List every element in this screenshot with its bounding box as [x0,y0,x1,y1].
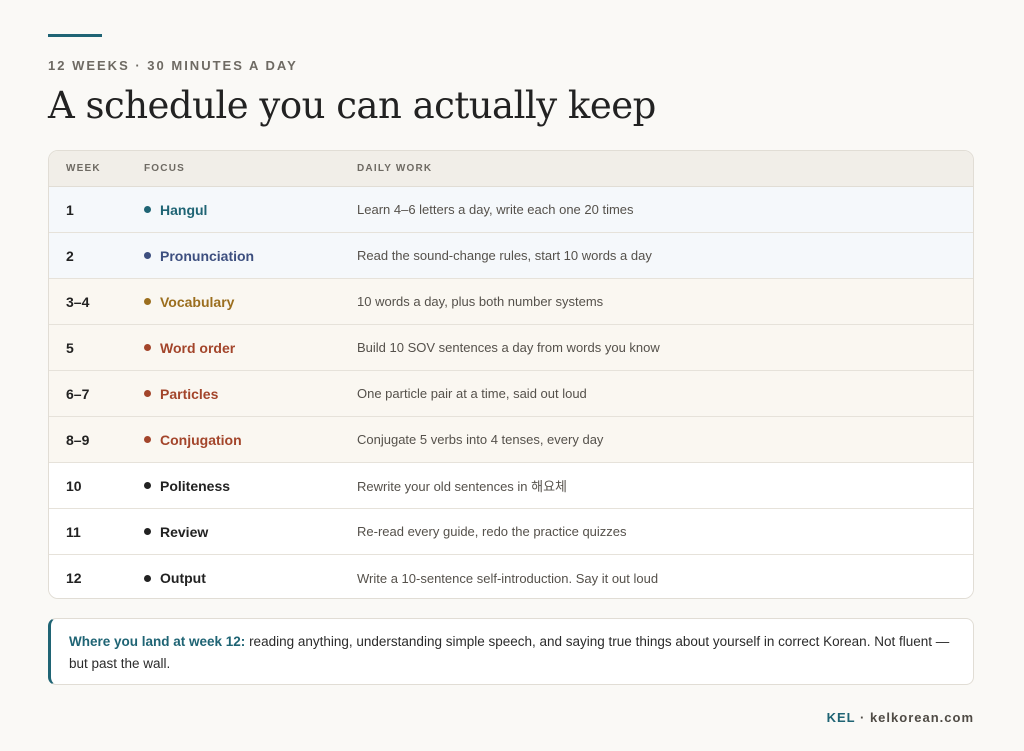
table-row: 11 Review Re-read every guide, redo the pr… [49,509,973,555]
bullet-dot-icon [144,206,151,213]
daily-work-cell: Learn 4–6 letters a day, write each one … [357,202,634,217]
footer-site-link[interactable]: kelkorean.com [870,710,974,725]
focus-cell: Output [144,570,357,586]
bullet-dot-icon [144,252,151,259]
week-cell: 5 [66,339,74,356]
daily-work-cell: Conjugate 5 verbs into 4 tenses, every d… [357,432,604,447]
column-header-week: WEEK [66,163,101,174]
focus-label: Conjugation [160,431,242,448]
daily-work-cell: Build 10 SOV sentences a day from words … [357,340,660,355]
daily-work-cell: Write a 10-sentence self-introduction. S… [357,570,659,586]
table-row: 6–7 Particles One particle pair at a time,… [49,371,973,417]
accent-rule [48,34,102,37]
eyebrow: 12 WEEKS · 30 MINUTES A DAY [48,58,298,73]
bullet-dot-icon [144,344,151,351]
week-cell: 6–7 [66,385,90,402]
daily-work-cell: Read the sound-change rules, start 10 wo… [357,248,652,263]
daily-work-cell: One particle pair at a time, said out lo… [357,386,587,401]
footer-brand: KEL [826,710,856,725]
daily-work-cell: Re-read every guide, redo the practice q… [357,524,627,539]
daily-work-cell: Rewrite your old sentences in 해요체 [357,479,568,494]
focus-cell: Conjugation [144,432,357,448]
focus-cell: Particles [144,386,357,402]
table-row: 10 Politeness Rewrite your old sentences i… [49,463,973,509]
week-cell: 8–9 [66,431,90,448]
bullet-dot-icon [144,528,151,535]
table-row: 1 Hangul Learn 4–6 letters a day, write ea… [49,187,973,233]
focus-label: Word order [160,339,236,356]
focus-cell: Politeness [144,478,357,494]
bullet-dot-icon [144,390,151,397]
callout-lead: Where you land at week 12: [69,634,246,649]
table-row: 5 Word order Build 10 SOV sentences a day … [49,325,973,371]
focus-label: Particles [160,385,219,402]
week-cell: 2 [66,247,74,264]
focus-cell: Review [144,524,357,540]
column-header-daily-work: DAILY WORK [357,163,433,174]
week-cell: 12 [66,570,82,586]
schedule-table: WEEK FOCUS DAILY WORK 1 Hangul Learn 4–6 l… [48,150,974,599]
bullet-dot-icon [144,298,151,305]
footer-separator: · [855,710,870,725]
table-row: 12 Output Write a 10-sentence self-introdu… [49,555,973,598]
bullet-dot-icon [144,482,151,489]
focus-cell: Word order [144,340,357,356]
page-title: A schedule you can actually keep [48,84,656,127]
focus-cell: Vocabulary [144,294,357,310]
week-cell: 1 [66,201,74,218]
week-cell: 11 [66,523,81,540]
table-row: 8–9 Conjugation Conjugate 5 verbs into 4 t… [49,417,973,463]
summary-callout: Where you land at week 12: reading anyth… [48,618,974,685]
focus-cell: Hangul [144,202,357,218]
focus-label: Vocabulary [160,293,235,310]
focus-label: Politeness [160,477,231,494]
column-header-focus: FOCUS [144,163,185,174]
focus-label: Hangul [160,201,208,218]
week-cell: 10 [66,477,82,494]
daily-work-cell: 10 words a day, plus both number systems [357,294,604,309]
table-body: 1 Hangul Learn 4–6 letters a day, write ea… [49,187,973,598]
focus-label: Review [160,523,209,540]
week-cell: 3–4 [66,293,90,310]
table-row: 2 Pronunciation Read the sound-change rule… [49,233,973,279]
focus-label: Output [160,570,206,586]
footer: KEL · kelkorean.com [827,710,974,725]
focus-label: Pronunciation [160,247,255,264]
table-row: 3–4 Vocabulary 10 words a day, plus both n… [49,279,973,325]
table-header: WEEK FOCUS DAILY WORK [49,151,973,187]
focus-cell: Pronunciation [144,248,357,264]
bullet-dot-icon [144,574,151,582]
bullet-dot-icon [144,436,151,443]
